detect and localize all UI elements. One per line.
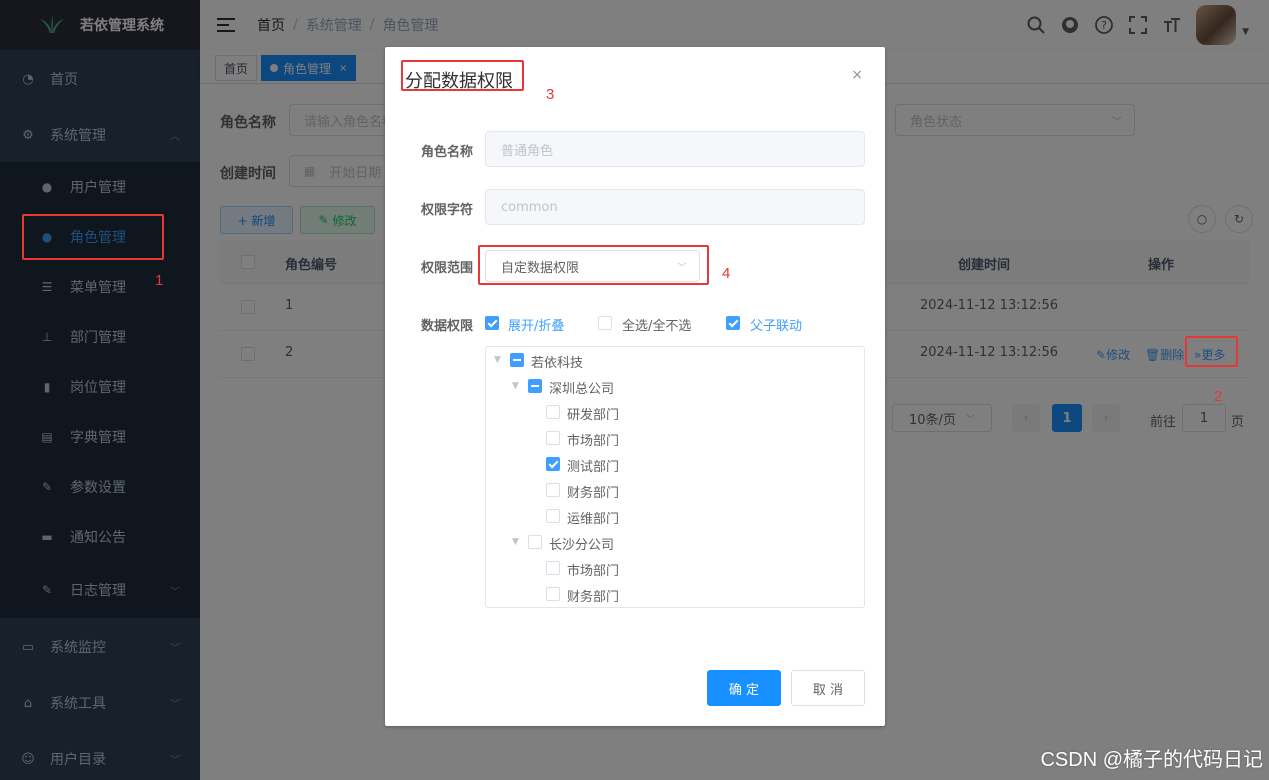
caret-down-icon[interactable]: ▼ bbox=[512, 381, 519, 391]
tree-checkbox[interactable] bbox=[546, 457, 560, 471]
tree-checkbox[interactable] bbox=[546, 509, 560, 523]
perm-key-field: common bbox=[485, 189, 865, 225]
tree-node-label: 研发部门 bbox=[567, 408, 620, 423]
tree-node-label: 市场部门 bbox=[567, 564, 620, 579]
annotation-box-3 bbox=[401, 60, 524, 91]
annotation-box-4 bbox=[478, 245, 709, 285]
close-icon[interactable]: × bbox=[851, 67, 863, 83]
tree-node[interactable]: 运维部门 bbox=[486, 503, 864, 529]
tree-node[interactable]: ▼ 长沙分公司 bbox=[486, 529, 864, 555]
tree-node[interactable]: ▼ 若依科技 bbox=[486, 347, 864, 373]
linkage-checkbox[interactable] bbox=[726, 316, 740, 330]
caret-down-icon[interactable]: ▼ bbox=[512, 537, 519, 547]
tree-checkbox[interactable] bbox=[546, 587, 560, 601]
tree-checkbox[interactable] bbox=[546, 483, 560, 497]
tree-checkbox[interactable] bbox=[546, 561, 560, 575]
tree-checkbox[interactable] bbox=[528, 535, 542, 549]
select-all-checkbox[interactable] bbox=[598, 316, 612, 330]
tree-node-label: 运维部门 bbox=[567, 512, 620, 527]
perm-key-label: 权限字符 bbox=[420, 203, 473, 218]
tree-node-label: 深圳总公司 bbox=[549, 382, 615, 397]
tree-node[interactable]: 测试部门 bbox=[486, 451, 864, 477]
tree-node-label: 财务部门 bbox=[567, 486, 620, 501]
annotation-box-2 bbox=[1185, 336, 1238, 367]
tree-checkbox[interactable] bbox=[528, 379, 542, 393]
data-permission-dialog: 分配数据权限 × 角色名称 普通角色 权限字符 common 权限范围 自定数据… bbox=[385, 47, 885, 726]
tree-node[interactable]: 市场部门 bbox=[486, 425, 864, 451]
linkage-label[interactable]: 父子联动 bbox=[750, 315, 802, 334]
dept-tree: ▼ 若依科技 ▼ 深圳总公司 研发部门 市场部门 测试部门 财务部门 运维部门 ▼ 长沙分公司 市场部… bbox=[485, 346, 865, 608]
tree-node-label: 若依科技 bbox=[531, 356, 584, 371]
tree-node-label: 市场部门 bbox=[567, 434, 620, 449]
role-name-field: 普通角色 bbox=[485, 131, 865, 167]
watermark: CSDN @橘子的代码日记 bbox=[1040, 749, 1263, 771]
annotation-number-3: 3 bbox=[546, 86, 555, 103]
tree-node-label: 长沙分公司 bbox=[549, 538, 615, 553]
tree-node[interactable]: 市场部门 bbox=[486, 555, 864, 581]
tree-node[interactable]: 财务部门 bbox=[486, 477, 864, 503]
expand-label[interactable]: 展开/折叠 bbox=[508, 315, 564, 334]
cancel-button[interactable]: 取 消 bbox=[791, 670, 865, 706]
scope-label: 权限范围 bbox=[420, 261, 473, 276]
tree-node[interactable]: ▼ 深圳总公司 bbox=[486, 373, 864, 399]
data-perm-label: 数据权限 bbox=[420, 319, 473, 334]
annotation-number-4: 4 bbox=[722, 265, 731, 282]
select-all-label[interactable]: 全选/全不选 bbox=[622, 315, 691, 334]
role-name-value: 普通角色 bbox=[501, 143, 554, 159]
role-name-label: 角色名称 bbox=[420, 145, 473, 160]
caret-down-icon[interactable]: ▼ bbox=[494, 355, 501, 365]
annotation-box-1 bbox=[22, 214, 164, 260]
tree-node-label: 财务部门 bbox=[567, 590, 620, 605]
confirm-button[interactable]: 确 定 bbox=[707, 670, 781, 706]
tree-node[interactable]: 研发部门 bbox=[486, 399, 864, 425]
annotation-number-1: 1 bbox=[155, 272, 164, 289]
tree-checkbox[interactable] bbox=[546, 405, 560, 419]
tree-node[interactable]: 财务部门 bbox=[486, 581, 864, 607]
tree-checkbox[interactable] bbox=[510, 353, 524, 367]
perm-key-value: common bbox=[501, 199, 558, 215]
tree-checkbox[interactable] bbox=[546, 431, 560, 445]
tree-node-label: 测试部门 bbox=[567, 460, 620, 475]
annotation-number-2: 2 bbox=[1214, 388, 1223, 405]
expand-checkbox[interactable] bbox=[485, 316, 499, 330]
